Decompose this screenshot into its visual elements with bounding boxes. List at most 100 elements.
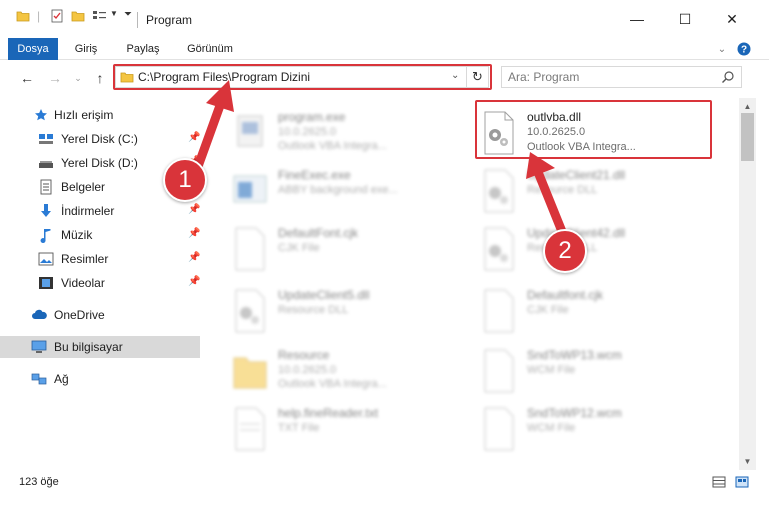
text-file-icon xyxy=(230,404,270,454)
navigation-pane: Hızlı erişim Yerel Disk (C:) 📌 Yerel Dis… xyxy=(0,98,205,470)
title-bar: | ▼ ⏷ Program — ☐ ✕ xyxy=(0,0,769,38)
list-item[interactable]: help.fineReader.txt TXT File xyxy=(230,400,470,460)
minimize-button[interactable]: — xyxy=(619,8,655,30)
sidebar-item-this-pc[interactable]: Bu bilgisayar xyxy=(0,336,200,358)
large-icons-view-icon[interactable] xyxy=(734,475,750,489)
address-highlight xyxy=(113,64,492,90)
dll-gear-icon xyxy=(479,166,519,216)
ribbon-tabs: Dosya Giriş Paylaş Görünüm ⌄ ? xyxy=(0,38,769,60)
music-icon xyxy=(38,227,54,243)
pin-icon[interactable]: 📌 xyxy=(188,252,200,263)
folder-icon[interactable] xyxy=(16,9,30,23)
close-button[interactable]: ✕ xyxy=(714,8,750,30)
list-item[interactable]: SndToWP12.wcm WCM File xyxy=(479,400,719,460)
expand-ribbon-icon[interactable]: ⌄ xyxy=(714,41,730,57)
file-name: program.exe xyxy=(278,110,346,124)
list-item[interactable]: FineExec.exe ABBY background exe... xyxy=(230,162,470,222)
search-icon[interactable] xyxy=(721,70,735,87)
chevron-down-icon[interactable]: ▼ xyxy=(110,9,118,18)
file-highlight xyxy=(475,100,712,159)
callout-1: 1 xyxy=(163,158,207,202)
list-item[interactable]: SndToWP13.wcm WCM File xyxy=(479,342,719,402)
pin-icon[interactable]: 📌 xyxy=(188,228,200,239)
list-item[interactable]: UpdateClient21.dll Resource DLL xyxy=(479,162,719,222)
file-version: 10.0.2625.0 xyxy=(278,126,337,138)
file-name: FineExec.exe xyxy=(278,168,351,182)
title-separator xyxy=(137,12,138,28)
sidebar-item-label: Bu bilgisayar xyxy=(54,340,123,354)
sidebar-item-network[interactable]: Ağ xyxy=(0,368,200,390)
drive-icon xyxy=(38,155,54,171)
star-icon xyxy=(33,107,49,123)
drive-icon xyxy=(38,131,54,147)
search-input[interactable] xyxy=(508,69,708,85)
recent-locations-icon[interactable]: ⌄ xyxy=(68,68,88,88)
pin-icon[interactable]: 📌 xyxy=(188,276,200,287)
blank-file-icon xyxy=(479,346,519,396)
new-folder-icon[interactable] xyxy=(71,9,85,23)
file-name: UpdateClient5.dll xyxy=(278,288,370,302)
network-icon xyxy=(31,371,47,387)
tab-share[interactable]: Paylaş xyxy=(120,38,166,60)
pin-icon[interactable]: 📌 xyxy=(188,204,200,215)
sidebar-item-music[interactable]: Müzik 📌 xyxy=(0,224,200,246)
file-description: Resource DLL xyxy=(278,304,349,316)
quick-access-dropdown-icon[interactable]: ⏷ xyxy=(124,9,132,20)
properties-icon[interactable] xyxy=(50,9,64,23)
sidebar-item-label: Belgeler xyxy=(61,180,106,194)
download-icon xyxy=(38,203,54,219)
sidebar-item-videos[interactable]: Videolar 📌 xyxy=(0,272,200,294)
item-count: 123 öğe xyxy=(19,476,59,488)
file-name: UpdateClient21.dll xyxy=(527,168,626,182)
file-description: CJK File xyxy=(527,304,569,316)
pictures-icon xyxy=(38,251,54,267)
file-description: ABBY background exe... xyxy=(278,184,398,196)
tab-file[interactable]: Dosya xyxy=(8,38,58,60)
sidebar-item-onedrive[interactable]: OneDrive xyxy=(0,304,200,326)
tab-home[interactable]: Giriş xyxy=(66,38,106,60)
computer-icon xyxy=(31,339,47,355)
blank-file-icon xyxy=(230,224,270,274)
maximize-button[interactable]: ☐ xyxy=(667,8,703,30)
sidebar-item-downloads[interactable]: İndirmeler 📌 xyxy=(0,200,200,222)
sidebar-item-label: Ağ xyxy=(54,372,69,386)
sidebar-item-label: Müzik xyxy=(61,228,93,242)
list-item[interactable]: DefaultFont.cjk CJK File xyxy=(230,220,470,280)
scroll-down-icon[interactable]: ▼ xyxy=(739,453,756,470)
scroll-thumb[interactable] xyxy=(741,113,754,161)
file-name: Defaultfont.cjk xyxy=(527,288,604,302)
blank-file-icon xyxy=(479,286,519,336)
sidebar-item-quick-access[interactable]: Hızlı erişim xyxy=(0,104,200,126)
tab-view[interactable]: Görünüm xyxy=(180,38,240,60)
list-item[interactable]: Resource 10.0.2625.0 Outlook VBA Integra… xyxy=(230,342,470,402)
file-name: DefaultFont.cjk xyxy=(278,226,359,240)
file-name: SndToWP13.wcm xyxy=(527,348,622,362)
file-description: Outlook VBA Integra... xyxy=(278,378,387,390)
dll-gear-icon xyxy=(230,286,270,336)
callout-2: 2 xyxy=(543,229,587,273)
window-title: Program xyxy=(146,13,193,27)
forward-icon[interactable]: → xyxy=(45,68,65,88)
sidebar-item-local-disk-c[interactable]: Yerel Disk (C:) 📌 xyxy=(0,128,200,150)
status-bar: 123 öğe xyxy=(0,470,769,494)
file-name: Resource xyxy=(278,348,330,362)
up-icon[interactable]: ↑ xyxy=(90,68,110,88)
customize-view-icon[interactable] xyxy=(92,9,108,23)
sidebar-item-label: Resimler xyxy=(61,252,109,266)
list-item[interactable]: UpdateClient42.dll Resource DLL xyxy=(479,220,719,280)
list-item[interactable]: UpdateClient5.dll Resource DLL xyxy=(230,282,470,342)
list-item[interactable]: Defaultfont.cjk CJK File xyxy=(479,282,719,342)
folder-icon xyxy=(230,346,270,396)
vertical-scrollbar[interactable]: ▲ ▼ xyxy=(739,98,756,470)
details-view-icon[interactable] xyxy=(711,475,727,489)
search-box[interactable] xyxy=(501,66,742,88)
file-description: Outlook VBA Integra... xyxy=(278,140,387,152)
sidebar-item-label: Yerel Disk (D:) xyxy=(61,156,138,170)
sidebar-item-pictures[interactable]: Resimler 📌 xyxy=(0,248,200,270)
file-name: help.fineReader.txt xyxy=(278,406,379,420)
back-icon[interactable]: ← xyxy=(17,68,37,88)
list-item[interactable]: program.exe 10.0.2625.0 Outlook VBA Inte… xyxy=(230,104,470,164)
pin-icon[interactable]: 📌 xyxy=(188,132,200,143)
separator: | xyxy=(37,9,41,23)
help-icon[interactable]: ? xyxy=(736,41,752,57)
